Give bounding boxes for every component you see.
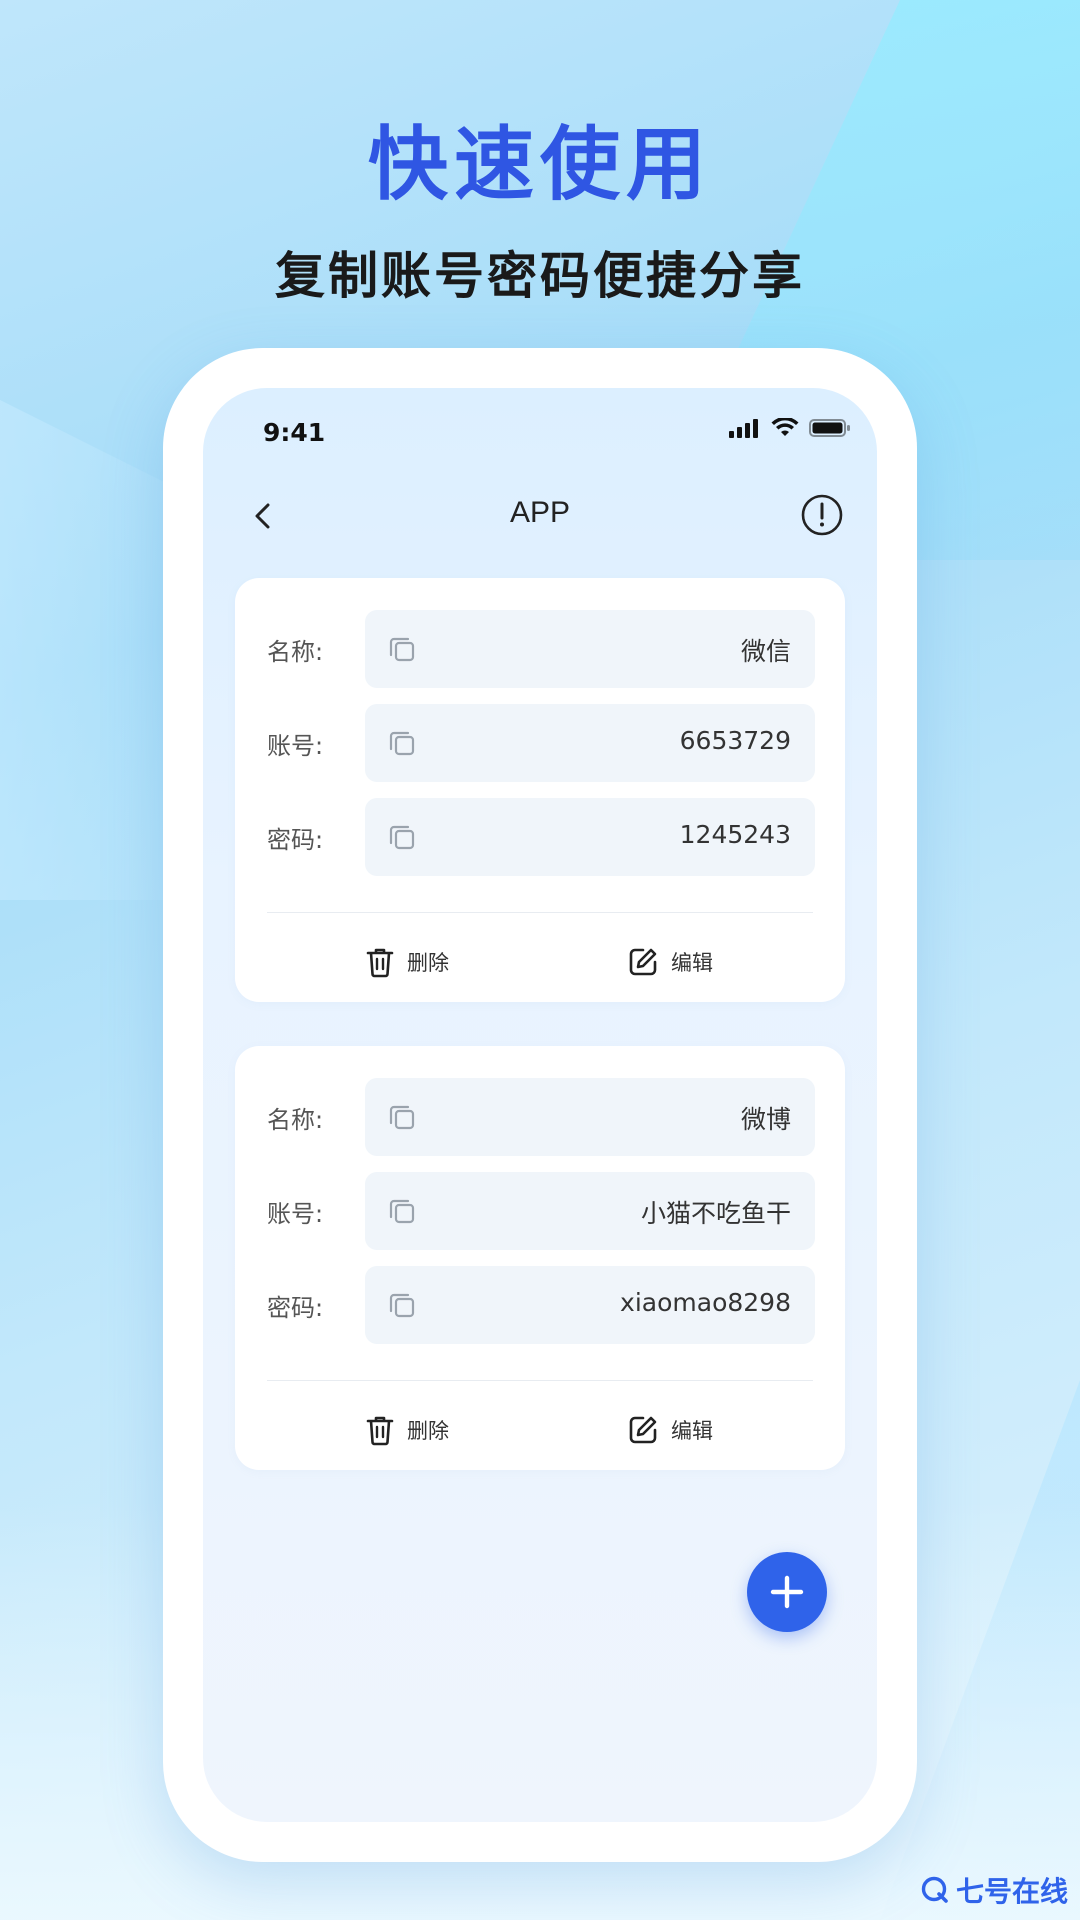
field-value: 小猫不吃鱼干	[640, 1199, 791, 1228]
field-label: 账号:	[267, 1200, 324, 1228]
watermark: 七号在线	[920, 1870, 1068, 1910]
field-label: 名称:	[267, 638, 324, 666]
edit-icon	[629, 1416, 657, 1444]
edit-icon	[629, 948, 657, 976]
field-row-name: 名称: 微信	[235, 610, 845, 688]
field-row-account: 账号: 小猫不吃鱼干	[235, 1172, 845, 1250]
info-circle-icon[interactable]	[799, 492, 845, 538]
add-button[interactable]	[747, 1552, 827, 1632]
page-title: APP	[509, 496, 571, 529]
edit-label: 编辑	[671, 1419, 713, 1443]
copy-icon[interactable]	[387, 634, 417, 664]
trash-icon	[366, 948, 394, 978]
field-value: 微博	[740, 1105, 791, 1134]
battery-icon	[809, 419, 850, 437]
copy-icon[interactable]	[387, 822, 417, 852]
field-value: 6653729	[679, 726, 791, 755]
divider	[267, 912, 813, 913]
field-label: 密码:	[267, 1294, 324, 1322]
plus-icon	[770, 1575, 804, 1609]
copy-icon[interactable]	[387, 1196, 417, 1226]
phone-mockup: 9:41 APP 名称: 微信 账号: 6653729 密码: 1245243 …	[163, 348, 917, 1862]
field-label: 密码:	[267, 826, 324, 854]
field-value-box: 6653729	[365, 704, 815, 782]
nav-bar: APP	[203, 478, 877, 558]
account-card: 名称: 微博 账号: 小猫不吃鱼干 密码: xiaomao8298 删除 编辑	[235, 1046, 845, 1470]
field-row-account: 账号: 6653729	[235, 704, 845, 782]
field-value-box: 1245243	[365, 798, 815, 876]
field-label: 账号:	[267, 732, 324, 760]
field-value-box: 小猫不吃鱼干	[365, 1172, 815, 1250]
field-value-box: 微信	[365, 610, 815, 688]
watermark-text: 七号在线	[955, 1875, 1068, 1908]
field-value: xiaomao8298	[620, 1288, 791, 1317]
status-time: 9:41	[263, 418, 326, 447]
trash-icon	[366, 1416, 394, 1446]
promo-headline: 快速使用	[368, 118, 712, 211]
account-card: 名称: 微信 账号: 6653729 密码: 1245243 删除 编辑	[235, 578, 845, 1002]
delete-button[interactable]: 删除	[365, 1410, 449, 1450]
copy-icon[interactable]	[387, 728, 417, 758]
field-row-password: 密码: 1245243	[235, 798, 845, 876]
delete-button[interactable]: 删除	[365, 942, 449, 982]
status-icons	[729, 418, 851, 438]
logo-q-icon	[921, 1876, 948, 1903]
delete-label: 删除	[407, 951, 449, 975]
copy-icon[interactable]	[387, 1102, 417, 1132]
divider	[267, 1380, 813, 1381]
delete-label: 删除	[407, 1419, 449, 1443]
phone-screen: 9:41 APP 名称: 微信 账号: 6653729 密码: 1245243 …	[203, 388, 877, 1822]
status-bar: 9:41	[203, 388, 877, 468]
field-value-box: 微博	[365, 1078, 815, 1156]
field-value: 1245243	[679, 820, 791, 849]
edit-button[interactable]: 编辑	[627, 942, 713, 982]
promo-subheadline: 复制账号密码便捷分享	[275, 247, 805, 305]
field-value-box: xiaomao8298	[365, 1266, 815, 1344]
edit-label: 编辑	[671, 951, 713, 975]
wifi-icon	[771, 418, 799, 436]
edit-button[interactable]: 编辑	[627, 1410, 713, 1450]
field-row-password: 密码: xiaomao8298	[235, 1266, 845, 1344]
copy-icon[interactable]	[387, 1290, 417, 1320]
field-label: 名称:	[267, 1106, 324, 1134]
field-row-name: 名称: 微博	[235, 1078, 845, 1156]
field-value: 微信	[740, 637, 791, 666]
signal-icon	[729, 419, 758, 438]
